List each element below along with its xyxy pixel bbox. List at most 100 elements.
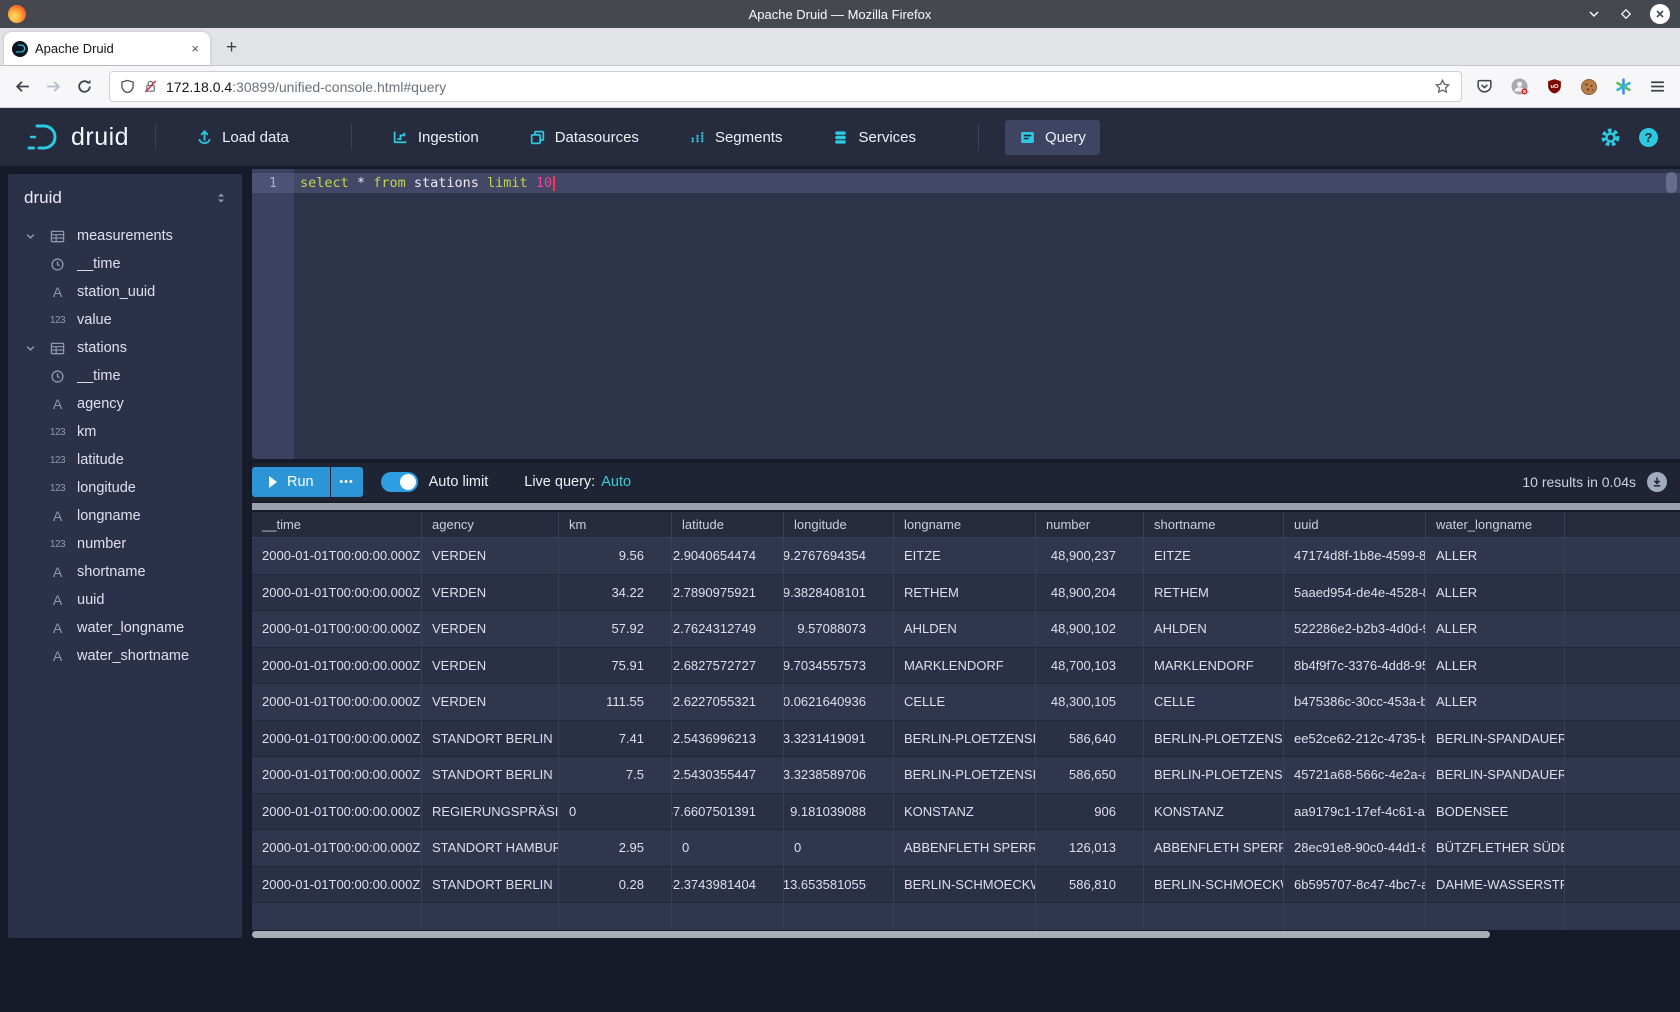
column-header-longitude[interactable]: longitude bbox=[784, 512, 894, 538]
table-cell[interactable]: ALLER bbox=[1426, 575, 1565, 612]
table-cell[interactable]: VERDEN bbox=[422, 575, 559, 612]
table-cell[interactable]: 9.181039088 bbox=[784, 794, 894, 831]
tab-apache-druid[interactable]: Apache Druid × bbox=[4, 32, 210, 65]
table-cell[interactable]: 45721a68-566c-4e2a-a6 bbox=[1284, 757, 1426, 794]
table-cell[interactable] bbox=[1036, 903, 1144, 930]
pocket-icon[interactable] bbox=[1476, 78, 1493, 95]
column-header-longname[interactable]: longname bbox=[894, 512, 1036, 538]
table-cell[interactable] bbox=[1426, 903, 1565, 930]
table-cell[interactable]: ALLER bbox=[1426, 611, 1565, 648]
table-cell[interactable]: KONSTANZ bbox=[894, 794, 1036, 831]
table-cell[interactable]: BERLIN-PLOETZENSEE U bbox=[1144, 757, 1284, 794]
table-cell[interactable]: 6b595707-8c47-4bc7-a8 bbox=[1284, 867, 1426, 904]
table-cell[interactable]: 10.0621640936 bbox=[784, 684, 894, 721]
column-header-number[interactable]: number bbox=[1036, 512, 1144, 538]
table-cell[interactable]: 8b4f9f7c-3376-4dd8-95c bbox=[1284, 648, 1426, 685]
table-cell[interactable]: 7.5 bbox=[559, 757, 672, 794]
table-cell[interactable]: ABBENFLETH SPERRWERK bbox=[1144, 830, 1284, 867]
table-cell[interactable]: BÜTZFLETHER SÜDERE bbox=[1426, 830, 1565, 867]
table-cell[interactable]: 57.92 bbox=[559, 611, 672, 648]
column-header-agency[interactable]: agency bbox=[422, 512, 559, 538]
extension-asterisk-icon[interactable] bbox=[1615, 78, 1632, 95]
nav-item-load-data[interactable]: Load data bbox=[182, 120, 303, 155]
table-cell[interactable]: BERLIN-SCHMOECKWITZ bbox=[894, 867, 1036, 904]
sidebar-item-water-shortname[interactable]: Awater_shortname bbox=[8, 642, 242, 670]
table-cell[interactable]: BERLIN-PLOETZENSEE C bbox=[1144, 721, 1284, 758]
table-cell[interactable]: 47.6607501391 bbox=[672, 794, 784, 831]
table-cell[interactable]: ALLER bbox=[1426, 538, 1565, 575]
table-cell[interactable]: 2000-01-01T00:00:00.000Z bbox=[252, 611, 422, 648]
table-cell[interactable]: 2000-01-01T00:00:00.000Z bbox=[252, 830, 422, 867]
reload-icon[interactable] bbox=[76, 78, 93, 95]
table-cell[interactable]: BERLIN-PLOETZENSEE U bbox=[894, 757, 1036, 794]
table-cell[interactable]: 906 bbox=[1036, 794, 1144, 831]
table-cell[interactable]: 13.3231419091 bbox=[784, 721, 894, 758]
chevron-down-icon[interactable] bbox=[22, 230, 39, 243]
sidebar-item-longname[interactable]: Alongname bbox=[8, 502, 242, 530]
table-cell[interactable]: 52.7624312749 bbox=[672, 611, 784, 648]
table-cell[interactable]: BERLIN-SPANDAUER-S bbox=[1426, 757, 1565, 794]
nav-item-services[interactable]: Services bbox=[818, 120, 930, 155]
table-cell[interactable]: 13.653581055 bbox=[784, 867, 894, 904]
sidebar-item-longitude[interactable]: 123longitude bbox=[8, 474, 242, 502]
url-text[interactable]: 172.18.0.4:30899/unified-console.html#qu… bbox=[166, 79, 1434, 95]
query-text[interactable]: select * from stations limit 10 bbox=[300, 175, 555, 191]
table-cell[interactable]: 48,900,102 bbox=[1036, 611, 1144, 648]
table-cell[interactable]: VERDEN bbox=[422, 684, 559, 721]
table-cell[interactable]: EITZE bbox=[1144, 538, 1284, 575]
column-header-km[interactable]: km bbox=[559, 512, 672, 538]
sidebar-item-uuid[interactable]: Auuid bbox=[8, 586, 242, 614]
table-cell[interactable]: 52.7890975921 bbox=[672, 575, 784, 612]
table-cell[interactable]: AHLDEN bbox=[894, 611, 1036, 648]
table-cell[interactable]: 48,700,103 bbox=[1036, 648, 1144, 685]
table-cell[interactable]: 52.5430355447 bbox=[672, 757, 784, 794]
column-header-water_longname[interactable]: water_longname bbox=[1426, 512, 1565, 538]
run-more-button[interactable]: ••• bbox=[331, 467, 363, 497]
table-cell[interactable]: KONSTANZ bbox=[1144, 794, 1284, 831]
maximize-icon[interactable] bbox=[1618, 6, 1634, 22]
back-icon[interactable] bbox=[14, 78, 31, 95]
table-cell[interactable] bbox=[422, 903, 559, 930]
table-cell[interactable]: DAHME-WASSERSTRAS bbox=[1426, 867, 1565, 904]
table-cell[interactable]: 2000-01-01T00:00:00.000Z bbox=[252, 757, 422, 794]
table-cell[interactable]: RETHEM bbox=[894, 575, 1036, 612]
sidebar-item-stations[interactable]: stations bbox=[8, 334, 242, 362]
table-cell[interactable]: 586,640 bbox=[1036, 721, 1144, 758]
table-cell[interactable]: RETHEM bbox=[1144, 575, 1284, 612]
forward-icon[interactable] bbox=[45, 78, 62, 95]
table-cell[interactable]: BODENSEE bbox=[1426, 794, 1565, 831]
auto-limit-toggle[interactable] bbox=[381, 472, 418, 492]
table-cell[interactable] bbox=[1144, 903, 1284, 930]
sidebar-item-agency[interactable]: Aagency bbox=[8, 390, 242, 418]
table-cell[interactable]: 28ec91e8-90c0-44d1-8fc bbox=[1284, 830, 1426, 867]
table-cell[interactable]: BERLIN-SCHMOECKWITZ bbox=[1144, 867, 1284, 904]
table-cell[interactable]: 2000-01-01T00:00:00.000Z bbox=[252, 538, 422, 575]
table-cell[interactable]: 111.55 bbox=[559, 684, 672, 721]
sort-icon[interactable] bbox=[214, 191, 228, 205]
new-tab-button[interactable]: + bbox=[220, 37, 243, 59]
column-header-__time[interactable]: __time bbox=[252, 512, 422, 538]
account-icon[interactable] bbox=[1510, 77, 1529, 96]
table-cell[interactable]: 2000-01-01T00:00:00.000Z bbox=[252, 648, 422, 685]
table-cell[interactable]: 9.7034557573 bbox=[784, 648, 894, 685]
download-icon[interactable] bbox=[1647, 472, 1667, 492]
nav-item-ingestion[interactable]: Ingestion bbox=[378, 120, 493, 155]
query-editor[interactable]: 1 select * from stations limit 10 bbox=[252, 169, 1680, 459]
sidebar-item-latitude[interactable]: 123latitude bbox=[8, 446, 242, 474]
table-cell[interactable]: 48,900,237 bbox=[1036, 538, 1144, 575]
table-cell[interactable]: STANDORT BERLIN bbox=[422, 757, 559, 794]
table-cell[interactable]: ee52ce62-212c-4735-b4 bbox=[1284, 721, 1426, 758]
table-cell[interactable]: VERDEN bbox=[422, 648, 559, 685]
settings-gear-icon[interactable] bbox=[1600, 127, 1621, 148]
column-header-shortname[interactable]: shortname bbox=[1144, 512, 1284, 538]
table-cell[interactable]: 5aaed954-de4e-4528-8f bbox=[1284, 575, 1426, 612]
table-cell[interactable]: 2000-01-01T00:00:00.000Z bbox=[252, 721, 422, 758]
sidebar-item-station-uuid[interactable]: Astation_uuid bbox=[8, 278, 242, 306]
table-cell[interactable]: ALLER bbox=[1426, 684, 1565, 721]
table-cell[interactable]: VERDEN bbox=[422, 538, 559, 575]
table-cell[interactable]: MARKLENDORF bbox=[1144, 648, 1284, 685]
table-cell[interactable]: 9.3828408101 bbox=[784, 575, 894, 612]
minimize-icon[interactable] bbox=[1586, 6, 1602, 22]
live-query-value[interactable]: Auto bbox=[601, 474, 631, 490]
table-cell[interactable]: 13.3238589706 bbox=[784, 757, 894, 794]
